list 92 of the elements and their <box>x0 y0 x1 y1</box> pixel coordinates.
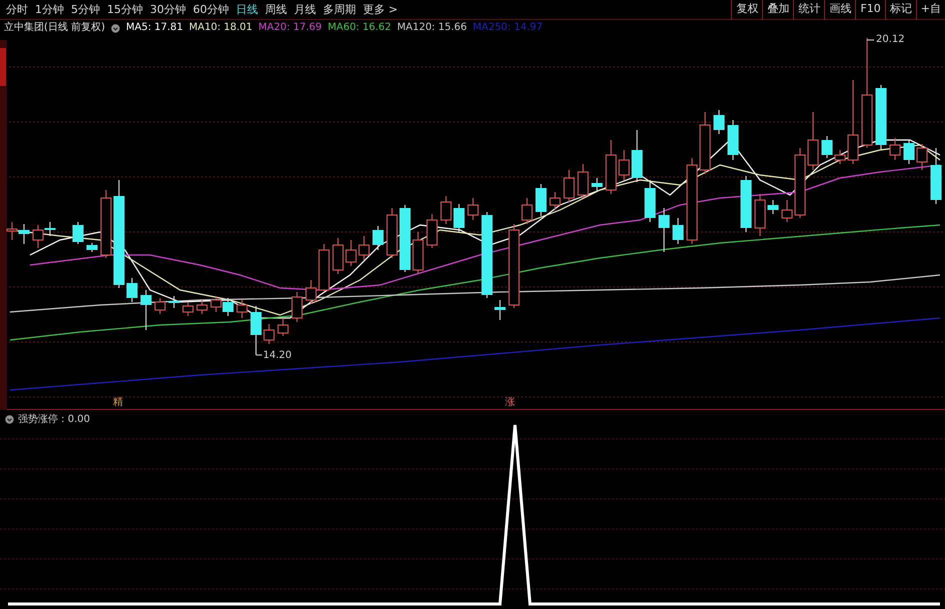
candlestick <box>740 176 752 232</box>
candlestick <box>768 200 778 214</box>
candlestick <box>550 192 560 210</box>
candlestick <box>440 196 452 224</box>
candlestick <box>400 204 410 272</box>
candlestick <box>578 164 588 198</box>
candlestick <box>100 190 112 258</box>
period-tab[interactable]: 30分钟 <box>150 0 186 18</box>
candlestick <box>644 180 656 222</box>
toolbar-button[interactable]: 画线 <box>824 0 856 20</box>
candlestick <box>126 278 138 302</box>
toolbar-button[interactable]: 标记 <box>884 0 916 20</box>
candlestick <box>18 224 30 244</box>
candlestick <box>386 208 398 258</box>
candlestick <box>794 148 806 218</box>
candlestick <box>658 208 670 252</box>
period-tab[interactable]: 60分钟 <box>193 0 229 18</box>
candlestick <box>536 184 546 216</box>
period-tab[interactable]: 1分钟 <box>35 0 64 18</box>
toolbar-button[interactable]: +自 <box>916 0 945 20</box>
candlestick <box>930 148 942 204</box>
ma-value: MA250: 14.97 <box>472 21 543 35</box>
signal-marker: 精 <box>113 397 123 408</box>
toolbar-button[interactable]: F10 <box>855 0 885 20</box>
chart-title: 立中集团(日线 前复权) <box>4 21 105 35</box>
candlestick <box>168 296 180 308</box>
period-tab[interactable]: 更多 > <box>363 0 398 18</box>
candlestick <box>754 194 766 236</box>
candlestick <box>618 150 630 180</box>
period-tab[interactable]: 5分钟 <box>71 0 100 18</box>
period-tab[interactable]: 多周期 <box>323 0 356 18</box>
indicator-label: 强势涨停 : 0.00 <box>18 412 90 427</box>
period-tab[interactable]: 周线 <box>265 0 287 18</box>
candlestick <box>86 242 98 252</box>
candlestick <box>182 302 194 316</box>
period-tab[interactable]: 日线 <box>236 0 258 18</box>
chevron-icon[interactable] <box>5 415 14 424</box>
toolbar-button[interactable]: 叠加 <box>762 0 794 20</box>
candlestick <box>210 296 222 312</box>
period-tab[interactable]: 15分钟 <box>107 0 143 18</box>
candlestick <box>522 198 532 224</box>
candlestick <box>196 300 208 314</box>
candlestick <box>222 298 234 316</box>
candlestick <box>372 226 384 250</box>
candlestick <box>346 240 356 266</box>
candlestick <box>6 222 18 240</box>
candlestick <box>306 280 316 304</box>
ma-value: MA10: 18.01 <box>189 21 252 35</box>
candlestick <box>358 236 370 260</box>
candlestick <box>890 138 900 160</box>
candlestick <box>834 150 846 164</box>
period-tab[interactable]: 分时 <box>6 0 28 18</box>
candlestick <box>454 204 464 232</box>
candlestick <box>426 214 438 248</box>
candlestick <box>72 222 84 244</box>
candlestick <box>700 112 710 174</box>
ma-value: MA20: 17.69 <box>258 21 322 35</box>
candlestick <box>808 112 818 170</box>
candlestick <box>264 324 274 344</box>
candlestick <box>564 170 574 202</box>
candlestick <box>782 200 792 222</box>
candlestick <box>672 218 684 244</box>
ma-value: MA120: 15.66 <box>397 21 467 35</box>
candlestick <box>332 238 344 274</box>
toolbar-button[interactable]: 复权 <box>731 0 762 20</box>
ma-value: MA5: 17.81 <box>126 21 183 35</box>
candlestick <box>154 298 166 314</box>
candlestick <box>916 144 928 170</box>
price-label: 20.12 <box>876 33 905 47</box>
candlestick <box>904 140 914 164</box>
toolbar-button[interactable]: 统计 <box>793 0 824 20</box>
candlestick <box>592 178 602 192</box>
candlestick <box>876 84 886 150</box>
candlestick <box>606 140 616 194</box>
candlestick <box>250 306 262 356</box>
candlestick <box>714 110 724 134</box>
candlestick <box>140 290 152 330</box>
candlestick <box>318 244 330 292</box>
candlestick <box>278 318 288 336</box>
signal-marker: 涨 <box>505 397 515 408</box>
period-tab[interactable]: 月线 <box>294 0 316 18</box>
candlestick <box>632 130 642 182</box>
candlestick <box>728 120 738 160</box>
candlestick <box>822 136 832 158</box>
ma-value: MA60: 16.62 <box>328 21 392 35</box>
axis-highlight <box>0 48 6 86</box>
candlestick <box>412 232 424 274</box>
candlestick <box>468 198 478 220</box>
candlestick <box>494 300 506 320</box>
price-label: 14.20 <box>263 349 292 363</box>
candlestick <box>292 292 302 322</box>
candlestick <box>236 300 248 318</box>
